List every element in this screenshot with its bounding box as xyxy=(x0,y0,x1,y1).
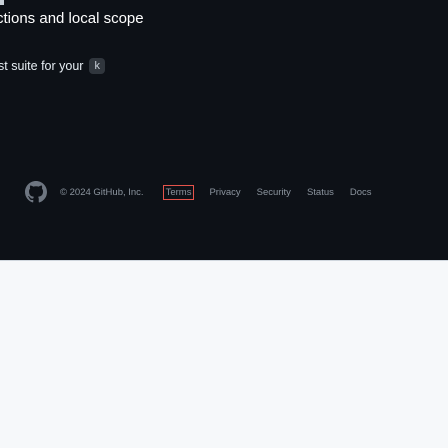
footer-link-terms[interactable]: Terms xyxy=(162,184,195,200)
footer-link-docs[interactable]: Docs xyxy=(350,187,372,198)
section-heading-fragment: ctions and local scope xyxy=(0,9,144,27)
subline-text: st suite for your xyxy=(0,59,84,73)
keyboard-hint: k xyxy=(89,58,105,74)
footer-link-status[interactable]: Status xyxy=(307,187,334,198)
dark-content-area: ctions and local scope st suite for your… xyxy=(0,0,448,260)
divider xyxy=(0,260,448,261)
top-edge-mark xyxy=(0,0,4,5)
footer-link-privacy[interactable]: Privacy xyxy=(209,187,240,198)
subline-fragment: st suite for your k xyxy=(0,57,105,75)
light-content-area xyxy=(0,260,448,448)
footer: © 2024 GitHub, Inc. Terms Privacy Securi… xyxy=(25,180,448,204)
heading-text: ctions and local scope xyxy=(0,9,144,27)
footer-copyright: © 2024 GitHub, Inc. xyxy=(60,186,144,198)
footer-link-security[interactable]: Security xyxy=(257,187,291,198)
github-logo-icon[interactable] xyxy=(25,181,47,203)
